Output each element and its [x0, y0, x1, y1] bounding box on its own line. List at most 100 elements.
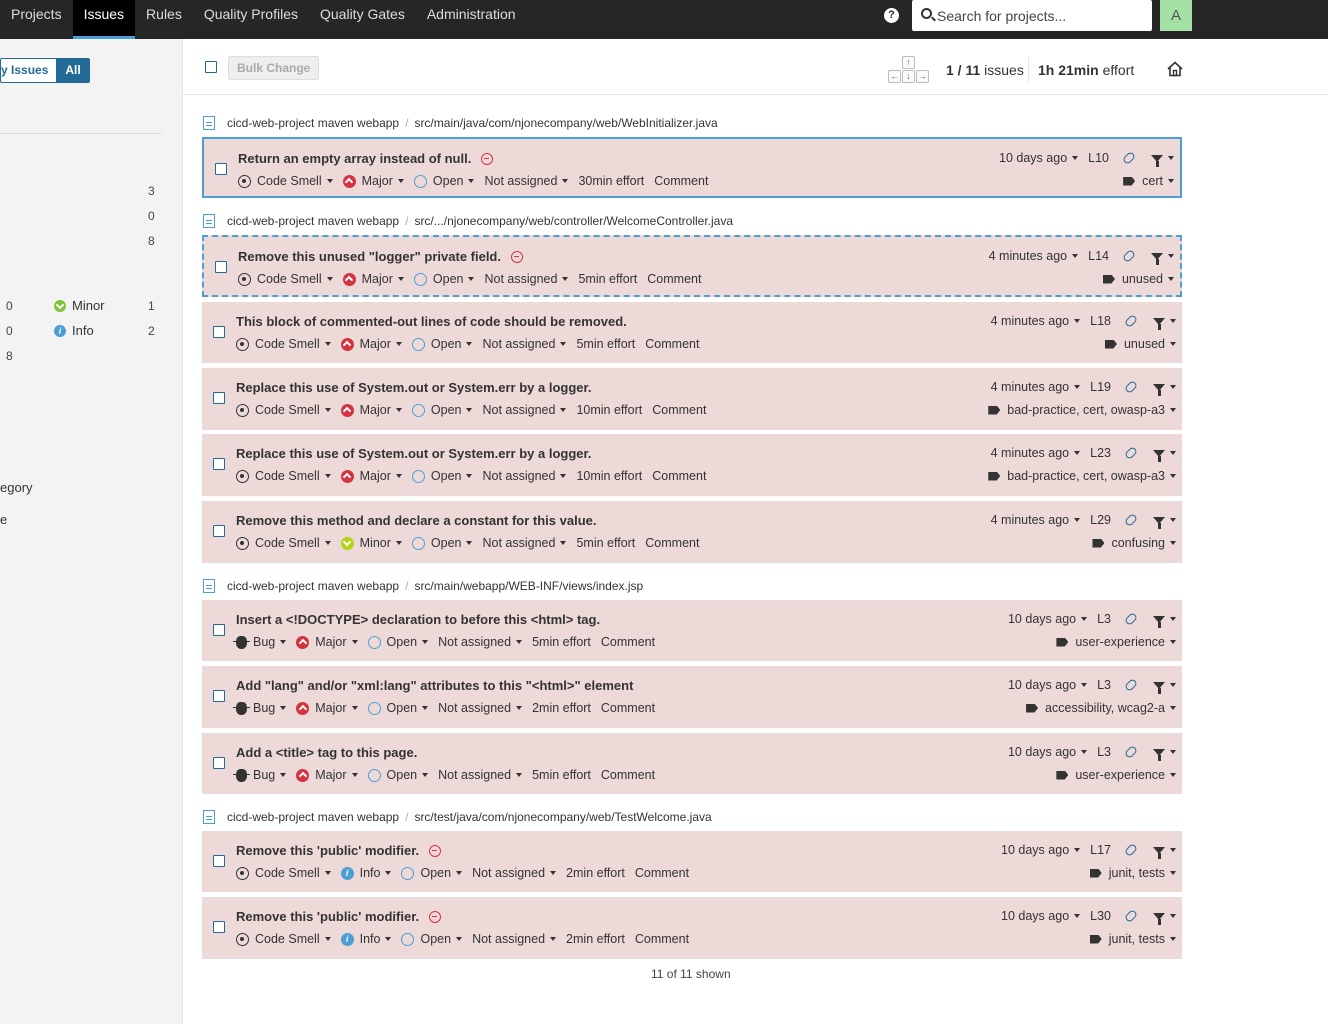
- issue-message[interactable]: Remove this method and declare a constan…: [236, 513, 596, 528]
- issue-type[interactable]: Code Smell: [238, 272, 333, 286]
- issue-assignee[interactable]: Not assigned: [482, 469, 567, 483]
- permalink-icon[interactable]: [1123, 611, 1139, 627]
- issue-item[interactable]: Remove this unused "logger" private fiel…: [202, 235, 1182, 297]
- issue-status[interactable]: Open: [411, 337, 473, 351]
- issue-severity[interactable]: Major: [340, 403, 402, 417]
- issue-effort[interactable]: 5min effort: [576, 536, 635, 550]
- component-project[interactable]: cicd-web-project maven webapp: [227, 579, 399, 593]
- issue-status[interactable]: Open: [401, 866, 463, 880]
- issue-assignee[interactable]: Not assigned: [482, 403, 567, 417]
- permalink-icon[interactable]: [1123, 842, 1139, 858]
- issue-age[interactable]: 4 minutes ago: [989, 249, 1068, 263]
- bulk-change-button[interactable]: Bulk Change: [228, 56, 320, 80]
- issue-assignee[interactable]: Not assigned: [484, 272, 569, 286]
- component-project[interactable]: cicd-web-project maven webapp: [227, 116, 399, 130]
- issue-comment-link[interactable]: Comment: [647, 272, 701, 286]
- issue-assignee[interactable]: Not assigned: [438, 768, 523, 782]
- issue-tags[interactable]: unused: [1104, 337, 1176, 351]
- permalink-icon[interactable]: [1121, 150, 1137, 166]
- filter-icon[interactable]: [1153, 846, 1165, 859]
- filter-icon[interactable]: [1153, 615, 1165, 628]
- nav-quality-gates[interactable]: Quality Gates: [309, 0, 416, 39]
- issue-comment-link[interactable]: Comment: [601, 635, 655, 649]
- issue-item[interactable]: Remove this 'public' modifier. Code Smel…: [202, 831, 1182, 892]
- nav-administration[interactable]: Administration: [416, 0, 527, 39]
- issue-assignee[interactable]: Not assigned: [438, 701, 523, 715]
- component-project[interactable]: cicd-web-project maven webapp: [227, 214, 399, 228]
- issue-status[interactable]: Open: [411, 536, 473, 550]
- issue-item[interactable]: This block of commented-out lines of cod…: [202, 302, 1182, 363]
- component-path[interactable]: src/main/webapp/WEB-INF/views/index.jsp: [414, 579, 643, 593]
- issue-comment-link[interactable]: Comment: [601, 768, 655, 782]
- filter-icon[interactable]: [1153, 681, 1165, 694]
- issue-type[interactable]: Code Smell: [236, 469, 331, 483]
- issue-checkbox[interactable]: [213, 392, 225, 404]
- issue-line[interactable]: L3: [1097, 745, 1111, 759]
- issue-line[interactable]: L18: [1090, 314, 1111, 328]
- issue-age[interactable]: 10 days ago: [999, 151, 1067, 165]
- component-project[interactable]: cicd-web-project maven webapp: [227, 810, 399, 824]
- issue-message[interactable]: This block of commented-out lines of cod…: [236, 314, 627, 329]
- issue-effort[interactable]: 5min effort: [532, 635, 591, 649]
- permalink-icon[interactable]: [1121, 248, 1137, 264]
- issue-line[interactable]: L10: [1088, 151, 1109, 165]
- issue-type[interactable]: Code Smell: [236, 337, 331, 351]
- help-icon[interactable]: ?: [884, 8, 899, 23]
- nav-projects[interactable]: Projects: [0, 0, 73, 39]
- issue-message[interactable]: Add "lang" and/or "xml:lang" attributes …: [236, 678, 633, 693]
- filter-icon[interactable]: [1153, 317, 1165, 330]
- issue-assignee[interactable]: Not assigned: [482, 337, 567, 351]
- issue-effort[interactable]: 2min effort: [566, 932, 625, 946]
- permalink-icon[interactable]: [1123, 445, 1139, 461]
- search-input[interactable]: [937, 0, 1147, 31]
- issue-severity[interactable]: i Info: [340, 932, 392, 946]
- select-all-checkbox[interactable]: [205, 61, 217, 73]
- permalink-icon[interactable]: [1123, 908, 1139, 924]
- issue-assignee[interactable]: Not assigned: [438, 635, 523, 649]
- issue-age[interactable]: 4 minutes ago: [991, 446, 1070, 460]
- issue-line[interactable]: L29: [1090, 513, 1111, 527]
- issue-age[interactable]: 10 days ago: [1001, 843, 1069, 857]
- issue-comment-link[interactable]: Comment: [635, 866, 689, 880]
- issue-item[interactable]: Replace this use of System.out or System…: [202, 368, 1182, 430]
- issue-message[interactable]: Replace this use of System.out or System…: [236, 446, 591, 461]
- nav-rules[interactable]: Rules: [135, 0, 193, 39]
- issue-type[interactable]: Bug: [233, 701, 287, 715]
- facet-category-header[interactable]: egory: [0, 480, 33, 495]
- issue-type[interactable]: Code Smell: [236, 536, 331, 550]
- issue-status[interactable]: Open: [413, 272, 475, 286]
- issue-severity[interactable]: i Info: [340, 866, 392, 880]
- issue-checkbox[interactable]: [215, 261, 227, 273]
- component-path[interactable]: src/.../njonecompany/web/controller/Welc…: [414, 214, 733, 228]
- issue-message[interactable]: Remove this 'public' modifier.: [236, 909, 419, 924]
- issue-comment-link[interactable]: Comment: [601, 701, 655, 715]
- issue-line[interactable]: L3: [1097, 678, 1111, 692]
- issue-severity[interactable]: Major: [340, 469, 402, 483]
- issue-status[interactable]: Open: [411, 469, 473, 483]
- home-icon[interactable]: [1167, 61, 1183, 77]
- issue-checkbox[interactable]: [213, 326, 225, 338]
- issue-message[interactable]: Add a <title> tag to this page.: [236, 745, 417, 760]
- issue-type[interactable]: Bug: [233, 635, 287, 649]
- issue-comment-link[interactable]: Comment: [652, 469, 706, 483]
- issue-tags[interactable]: junit, tests: [1089, 866, 1176, 880]
- issue-checkbox[interactable]: [213, 921, 225, 933]
- issue-age[interactable]: 10 days ago: [1008, 612, 1076, 626]
- facet-minor[interactable]: Minor: [54, 298, 105, 313]
- my-issues-button[interactable]: y Issues: [0, 58, 57, 83]
- issue-item[interactable]: Replace this use of System.out or System…: [202, 434, 1182, 496]
- issue-message[interactable]: Return an empty array instead of null.: [238, 151, 471, 166]
- issue-age[interactable]: 4 minutes ago: [991, 314, 1070, 328]
- issue-age[interactable]: 4 minutes ago: [991, 513, 1070, 527]
- issue-assignee[interactable]: Not assigned: [484, 174, 569, 188]
- component-path[interactable]: src/main/java/com/njonecompany/web/WebIn…: [414, 116, 717, 130]
- issue-effort[interactable]: 5min effort: [576, 337, 635, 351]
- issue-checkbox[interactable]: [213, 458, 225, 470]
- issue-item[interactable]: Remove this method and declare a constan…: [202, 501, 1182, 563]
- issue-type[interactable]: Code Smell: [236, 932, 331, 946]
- component-path[interactable]: src/test/java/com/njonecompany/web/TestW…: [414, 810, 711, 824]
- issue-tags[interactable]: user-experience: [1056, 635, 1176, 649]
- issue-checkbox[interactable]: [213, 624, 225, 636]
- issue-line[interactable]: L14: [1088, 249, 1109, 263]
- issue-checkbox[interactable]: [213, 757, 225, 769]
